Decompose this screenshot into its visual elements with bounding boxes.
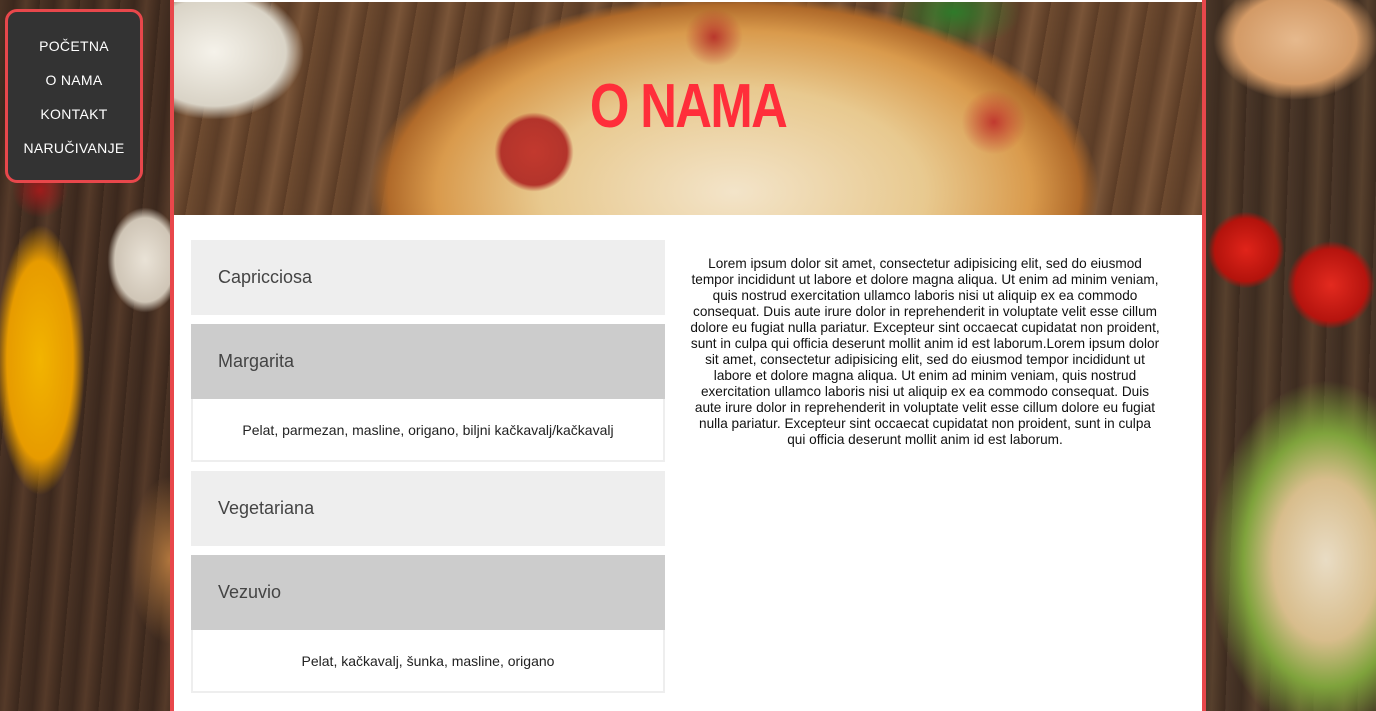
nav-link-pocetna[interactable]: POČETNA (8, 38, 140, 72)
accordion-panel-vezuvio: Pelat, kačkavalj, šunka, masline, origan… (191, 630, 665, 693)
accordion-header-capricciosa[interactable]: Capricciosa (191, 240, 665, 315)
accordion-header-vegetariana[interactable]: Vegetariana (191, 471, 665, 546)
nav-link-o-nama[interactable]: O NAMA (8, 72, 140, 106)
accordion-panel-margarita: Pelat, parmezan, masline, origano, biljn… (191, 399, 665, 462)
accordion-item-margarita: Margarita Pelat, parmezan, masline, orig… (191, 324, 665, 462)
accordion-item-capricciosa: Capricciosa (191, 240, 665, 315)
main-container: O NAMA Capricciosa Margarita Pelat, parm… (170, 0, 1206, 711)
content-area: Capricciosa Margarita Pelat, parmezan, m… (174, 215, 1202, 711)
accordion-header-vezuvio[interactable]: Vezuvio (191, 555, 665, 630)
accordion-item-vegetariana: Vegetariana (191, 471, 665, 546)
hero-banner: O NAMA (174, 2, 1202, 215)
accordion-header-margarita[interactable]: Margarita (191, 324, 665, 399)
nav-link-narucivanje[interactable]: NARUČIVANJE (8, 140, 140, 174)
main-nav: POČETNA O NAMA KONTAKT NARUČIVANJE (5, 9, 143, 183)
accordion-item-vezuvio: Vezuvio Pelat, kačkavalj, šunka, masline… (191, 555, 665, 693)
about-text: Lorem ipsum dolor sit amet, consectetur … (690, 256, 1160, 447)
right-background-image (1206, 0, 1376, 711)
nav-link-kontakt[interactable]: KONTAKT (8, 106, 140, 140)
pizza-accordion: Capricciosa Margarita Pelat, parmezan, m… (191, 240, 665, 702)
page-title: O NAMA (589, 72, 788, 141)
